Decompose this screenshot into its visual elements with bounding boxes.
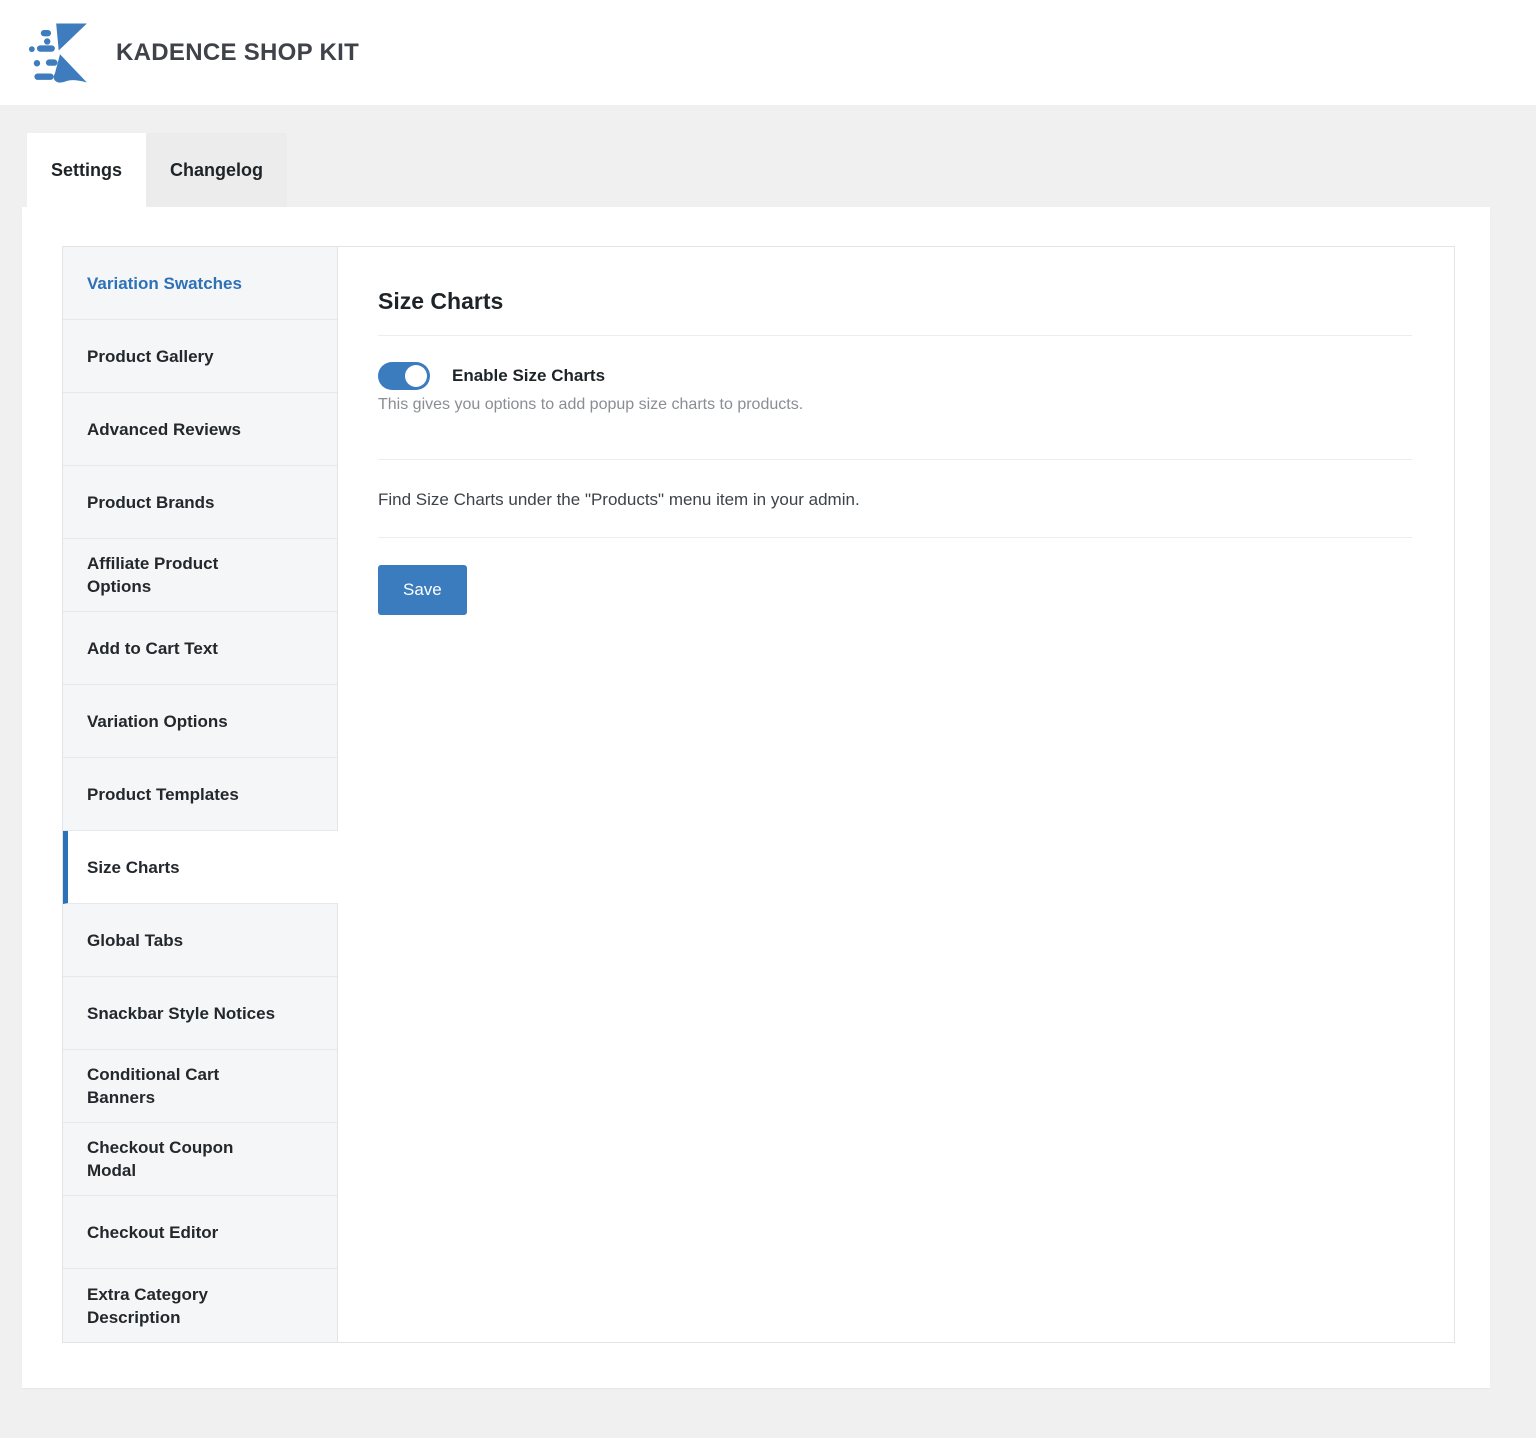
sidebar-item-advanced-reviews[interactable]: Advanced Reviews bbox=[63, 393, 337, 466]
sidebar-item-label: Product Templates bbox=[87, 783, 239, 806]
sidebar-item-label: Add to Cart Text bbox=[87, 637, 218, 660]
sidebar-item-affiliate-product-options[interactable]: Affiliate Product Options bbox=[63, 539, 337, 612]
tab-settings[interactable]: Settings bbox=[27, 133, 146, 207]
enable-size-charts-toggle[interactable] bbox=[378, 362, 430, 390]
tab-bar: Settings Changelog bbox=[27, 133, 1536, 207]
enable-size-charts-label: Enable Size Charts bbox=[452, 366, 605, 386]
sidebar-item-size-charts[interactable]: Size Charts bbox=[63, 831, 338, 904]
divider bbox=[378, 537, 1412, 538]
enable-size-charts-row: Enable Size Charts bbox=[378, 362, 1412, 390]
kadence-logo-icon bbox=[28, 12, 92, 94]
sidebar-item-label: Extra Category Description bbox=[87, 1283, 208, 1329]
sidebar-item-label: Variation Swatches bbox=[87, 272, 242, 295]
sidebar-item-product-gallery[interactable]: Product Gallery bbox=[63, 320, 337, 393]
sidebar-item-add-to-cart-text[interactable]: Add to Cart Text bbox=[63, 612, 337, 685]
sidebar-item-label: Conditional Cart Banners bbox=[87, 1063, 219, 1109]
sidebar-item-global-tabs[interactable]: Global Tabs bbox=[63, 904, 337, 977]
save-button[interactable]: Save bbox=[378, 565, 467, 615]
settings-panel: Variation Swatches Product Gallery Advance… bbox=[22, 207, 1490, 1388]
sidebar-item-variation-options[interactable]: Variation Options bbox=[63, 685, 337, 758]
sidebar-item-label: Variation Options bbox=[87, 710, 228, 733]
size-charts-section: Size Charts Enable Size Charts This give… bbox=[338, 247, 1454, 1342]
settings-menu: Variation Swatches Product Gallery Advance… bbox=[63, 247, 338, 1342]
page: KADENCE SHOP KIT Settings Changelog Vari… bbox=[0, 0, 1536, 1438]
sidebar-item-conditional-cart-banners[interactable]: Conditional Cart Banners bbox=[63, 1050, 337, 1123]
divider bbox=[378, 459, 1412, 460]
sidebar-item-label: Product Brands bbox=[87, 491, 215, 514]
sidebar-item-label: Checkout Editor bbox=[87, 1221, 218, 1244]
sidebar-item-label: Global Tabs bbox=[87, 929, 183, 952]
sidebar-item-variation-swatches[interactable]: Variation Swatches bbox=[63, 247, 337, 320]
sidebar-item-label: Affiliate Product Options bbox=[87, 552, 218, 598]
tab-changelog[interactable]: Changelog bbox=[146, 133, 287, 207]
sidebar-item-checkout-coupon-modal[interactable]: Checkout Coupon Modal bbox=[63, 1123, 337, 1196]
sidebar-item-product-templates[interactable]: Product Templates bbox=[63, 758, 337, 831]
sidebar-item-checkout-editor[interactable]: Checkout Editor bbox=[63, 1196, 337, 1269]
divider bbox=[378, 335, 1412, 336]
app-header: KADENCE SHOP KIT bbox=[0, 0, 1536, 105]
app-title: KADENCE SHOP KIT bbox=[116, 39, 359, 67]
sidebar-item-label: Advanced Reviews bbox=[87, 418, 241, 441]
sidebar-item-label: Size Charts bbox=[87, 856, 180, 879]
enable-size-charts-description: This gives you options to add popup size… bbox=[378, 395, 1412, 414]
settings-container: Variation Swatches Product Gallery Advance… bbox=[62, 246, 1455, 1343]
size-charts-note: Find Size Charts under the "Products" me… bbox=[378, 489, 1412, 510]
toggle-knob bbox=[405, 365, 427, 387]
sidebar-item-label: Snackbar Style Notices bbox=[87, 1002, 275, 1025]
sidebar-item-snackbar-style-notices[interactable]: Snackbar Style Notices bbox=[63, 977, 337, 1050]
sidebar-item-label: Product Gallery bbox=[87, 345, 214, 368]
sidebar-item-label: Checkout Coupon Modal bbox=[87, 1136, 233, 1182]
sidebar-item-extra-category-description[interactable]: Extra Category Description bbox=[63, 1269, 337, 1342]
page-title: Size Charts bbox=[378, 287, 1412, 315]
sidebar-item-product-brands[interactable]: Product Brands bbox=[63, 466, 337, 539]
